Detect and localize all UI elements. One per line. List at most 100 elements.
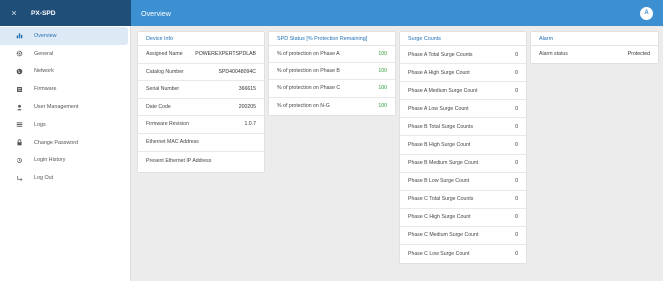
status-value: 100 [378,85,387,92]
person-icon [12,104,26,111]
app-title: PX-SPD [31,9,56,17]
surge-label: Phase A High Surge Count [408,69,470,76]
status-row-phase-b: % of protection on Phase B 100 [269,63,395,81]
sidebar-item-label: User Management [34,104,79,111]
info-row-catalog-number: Catalog Number SPD40048094C [138,64,264,81]
info-label: Present Ethernet IP Address [146,158,212,165]
surge-row: Phase A High Surge Count 0 [400,64,526,83]
card-title: Surge Counts [400,32,526,46]
alarm-card: Alarm Alarm status Protected [531,32,658,63]
info-label: Assigned Name [146,51,183,58]
alarm-status-value: Protected [627,51,650,57]
surge-label: Phase B High Surge Count [408,142,471,149]
info-row-assigned-name: Assigned Name POWEREXPERTSPDLAB [138,46,264,64]
sidebar-item-log-out[interactable]: Log Out [0,169,130,187]
info-row-ethernet-mac: Ethernet MAC Address [138,134,264,152]
sidebar-item-general[interactable]: General [0,45,130,63]
page-header: Overview A [131,0,663,26]
sidebar-item-network[interactable]: Network [0,63,130,81]
alarm-row: Alarm status Protected [531,46,658,62]
surge-row: Phase B Medium Surge Count 0 [400,155,526,173]
sidebar-item-label: Change Password [34,139,79,146]
surge-value: 0 [515,105,518,112]
page-title: Overview [141,8,171,18]
memory-chip-icon [12,86,26,93]
surge-label: Phase C Medium Surge Count [408,232,479,239]
status-label: % of protection on N-G [277,103,330,110]
info-label: Ethernet MAC Address [146,139,199,146]
surge-label: Phase B Total Surge Counts [408,123,474,130]
status-value: 100 [378,103,387,110]
top-bar: × PX-SPD Overview A [0,0,663,26]
info-row-date-code: Date Code 200205 [138,99,264,116]
lock-icon [12,139,26,146]
sidebar-item-user-management[interactable]: User Management [0,98,130,116]
status-value: 100 [378,68,387,75]
surge-counts-card: Surge Counts Phase A Total Surge Counts 0… [400,32,526,263]
info-label: Serial Number [146,86,180,93]
sidebar-item-label: Network [34,68,54,75]
surge-value: 0 [515,214,518,221]
sidebar-item-logs[interactable]: Logs [0,116,130,134]
sidebar-item-change-password[interactable]: Change Password [0,134,130,152]
surge-label: Phase A Medium Surge Count [408,87,478,94]
avatar[interactable]: A [640,6,653,20]
info-label: Firmware Revision [146,121,189,128]
info-row-firmware-revision: Firmware Revision 1.0.7 [138,116,264,134]
surge-row: Phase C Medium Surge Count 0 [400,227,526,246]
surge-value: 0 [515,87,518,94]
info-row-serial-number: Serial Number 366615 [138,81,264,99]
info-value: POWEREXPERTSPDLAB [195,51,256,58]
info-value: 1.0.7 [244,121,256,128]
surge-label: Phase A Low Surge Count [408,105,469,112]
card-title: SPD Status [% Protection Remaining] [269,32,395,46]
surge-row: Phase C Total Surge Counts 0 [400,191,526,209]
surge-value: 0 [515,142,518,149]
surge-value: 0 [515,196,518,203]
surge-row: Phase A Medium Surge Count 0 [400,82,526,101]
sidebar-item-label: Log Out [34,175,54,182]
surge-row: Phase A Total Surge Counts 0 [400,46,526,65]
list-icon [12,121,26,128]
globe-icon [12,68,26,75]
status-row-phase-a: % of protection on Phase A 100 [269,46,395,64]
surge-value: 0 [515,232,518,239]
sidebar-item-label: Overview [34,32,57,39]
bar-chart-icon [12,32,26,39]
card-title: Device Info [138,32,264,46]
status-row-n-g: % of protection on N-G 100 [269,98,395,115]
surge-row: Phase B High Surge Count 0 [400,136,526,155]
sidebar-item-firmware[interactable]: Firmware [0,80,130,98]
gear-icon [12,50,26,57]
close-icon[interactable]: × [5,8,23,18]
status-value: 100 [378,51,387,58]
status-label: % of protection on Phase A [277,51,340,58]
history-icon [12,157,26,164]
sidebar-item-label: General [34,50,54,57]
surge-row: Phase C Low Surge Count 0 [400,245,526,263]
surge-label: Phase C Total Surge Counts [408,196,474,203]
surge-row: Phase B Total Surge Counts 0 [400,118,526,137]
sidebar-item-label: Firmware [34,86,57,93]
surge-value: 0 [515,178,518,185]
surge-row: Phase B Low Surge Count 0 [400,173,526,191]
sidebar-item-label: Logs [34,121,46,128]
surge-label: Phase B Medium Surge Count [408,160,479,167]
surge-row: Phase C High Surge Count 0 [400,209,526,227]
device-info-card: Device Info Assigned Name POWEREXPERTSPD… [138,32,264,172]
surge-label: Phase C Low Surge Count [408,251,470,258]
surge-label: Phase C High Surge Count [408,214,471,221]
sidebar-item-login-history[interactable]: Login History [0,152,130,170]
info-value: 200205 [238,103,256,110]
spd-status-card: SPD Status [% Protection Remaining] % of… [269,32,395,115]
surge-label: Phase A Total Surge Counts [408,51,473,58]
info-label: Date Code [146,103,171,110]
alarm-label: Alarm status [539,51,568,57]
sidebar-item-overview[interactable]: Overview [0,27,128,45]
sidebar: Overview General Network Firmware User M… [0,26,131,281]
surge-row: Phase A Low Surge Count 0 [400,100,526,119]
card-title: Alarm [531,32,658,46]
surge-value: 0 [515,160,518,167]
surge-label: Phase B Low Surge Count [408,178,470,185]
surge-value: 0 [515,69,518,76]
